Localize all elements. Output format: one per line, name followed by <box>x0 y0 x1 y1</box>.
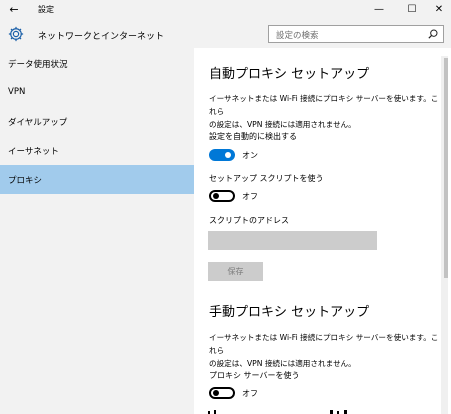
manual-proxy-description: イーサネットまたは Wi-Fi 接続にプロキシ サーバーを使います。これら の設… <box>209 331 439 370</box>
description-line: イーサネットまたは Wi-Fi 接続にプロキシ サーバーを使います。これら <box>209 94 439 116</box>
use-proxy-toggle[interactable] <box>209 387 235 399</box>
scrollbar-thumb[interactable] <box>444 58 448 278</box>
sidebar-item-ethernet[interactable]: イーサネット <box>0 136 194 165</box>
script-address-input[interactable] <box>208 231 377 250</box>
setup-script-toggle[interactable] <box>209 190 235 202</box>
sidebar-item-label: イーサネット <box>8 147 59 157</box>
script-address-label: スクリプトのアドレス <box>209 216 289 225</box>
search-placeholder: 設定の検索 <box>276 31 319 41</box>
search-input[interactable]: 設定の検索 <box>268 25 444 43</box>
auto-proxy-heading: 自動プロキシ セットアップ <box>209 67 370 82</box>
toggle-knob <box>213 193 219 199</box>
sidebar-item-label: VPN <box>8 87 26 97</box>
window-title: 設定 <box>38 5 54 14</box>
setup-script-label: セットアップ スクリプトを使う <box>209 174 324 183</box>
description-line: の設定は、VPN 接続には適用されません。 <box>209 120 356 129</box>
auto-detect-toggle[interactable] <box>209 149 235 161</box>
main-content: 自動プロキシ セットアップ イーサネットまたは Wi-Fi 接続にプロキシ サー… <box>194 48 451 414</box>
save-button-label: 保存 <box>227 267 244 276</box>
manual-proxy-heading: 手動プロキシ セットアップ <box>209 305 370 320</box>
auto-proxy-description: イーサネットまたは Wi-Fi 接続にプロキシ サーバーを使います。これら の設… <box>209 92 439 131</box>
auto-detect-state: オン <box>242 151 258 160</box>
toggle-knob <box>225 152 231 158</box>
use-proxy-label: プロキシ サーバーを使う <box>209 371 300 380</box>
use-proxy-state: オフ <box>242 389 258 398</box>
maximize-icon[interactable]: ☐ <box>397 0 427 20</box>
minimize-icon[interactable]: — <box>364 0 394 20</box>
page-header: ネットワークとインターネット 設定の検索 <box>0 20 451 48</box>
toggle-knob <box>213 390 219 396</box>
title-bar: ← 設定 — ☐ ✕ <box>0 0 451 20</box>
cutoff-content <box>208 410 347 414</box>
search-icon[interactable] <box>428 29 438 39</box>
sidebar-item-label: プロキシ <box>8 176 43 186</box>
sidebar-item-label: データ使用状況 <box>8 60 68 70</box>
gear-icon <box>8 26 24 42</box>
description-line: イーサネットまたは Wi-Fi 接続にプロキシ サーバーを使います。これら <box>209 333 439 355</box>
auto-detect-label: 設定を自動的に検出する <box>209 132 297 141</box>
back-arrow-icon[interactable]: ← <box>6 2 22 18</box>
sidebar: データ使用状況 VPN ダイヤルアップ イーサネット プロキシ <box>0 48 194 414</box>
sidebar-item-proxy[interactable]: プロキシ <box>0 165 194 194</box>
sidebar-item-data-usage[interactable]: データ使用状況 <box>0 49 194 78</box>
sidebar-item-dialup[interactable]: ダイヤルアップ <box>0 107 194 136</box>
sidebar-item-vpn[interactable]: VPN <box>0 78 194 107</box>
description-line: の設定は、VPN 接続には適用されません。 <box>209 359 356 368</box>
save-button[interactable]: 保存 <box>208 262 263 281</box>
page-title: ネットワークとインターネット <box>38 32 165 42</box>
sidebar-item-label: ダイヤルアップ <box>8 118 68 128</box>
close-icon[interactable]: ✕ <box>424 0 451 20</box>
setup-script-state: オフ <box>242 192 258 201</box>
